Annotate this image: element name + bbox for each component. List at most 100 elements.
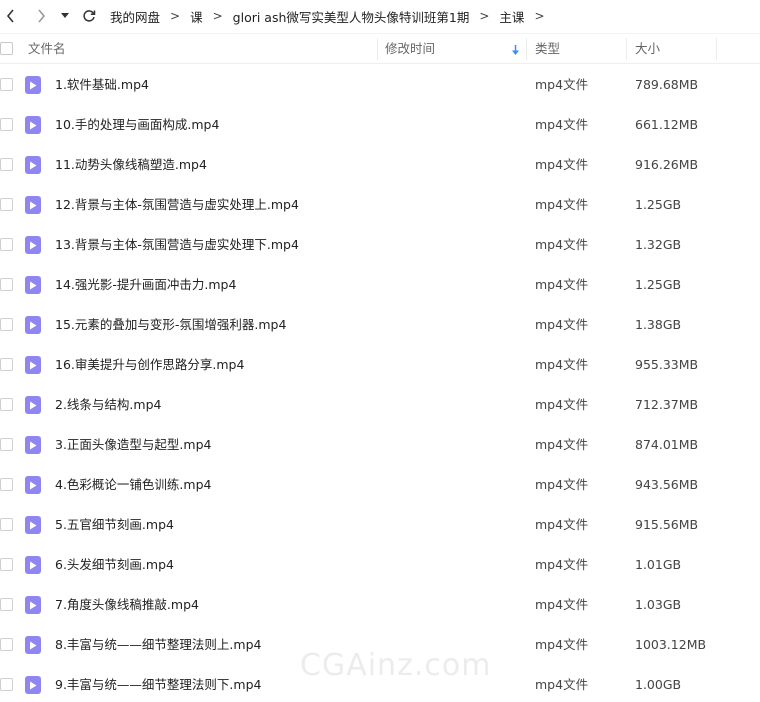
video-file-icon — [25, 156, 41, 174]
navigation-bar: 我的网盘 > 课 > glori ash微写实美型人物头像特训班第1期 > 主课… — [0, 0, 760, 32]
file-row[interactable]: 6.头发细节刻画.mp4 mp4文件 1.01GB — [0, 545, 760, 585]
row-checkbox[interactable] — [0, 558, 13, 571]
file-row[interactable]: 5.五官细节刻画.mp4 mp4文件 915.56MB — [0, 505, 760, 545]
row-checkbox[interactable] — [0, 478, 13, 491]
file-size: 915.56MB — [635, 517, 699, 532]
video-file-icon — [25, 316, 41, 334]
select-all-checkbox[interactable] — [0, 42, 13, 55]
video-file-icon — [25, 116, 41, 134]
video-file-icon — [25, 276, 41, 294]
row-checkbox[interactable] — [0, 598, 13, 611]
breadcrumb-item-main-course[interactable]: 主课 — [499, 7, 524, 26]
breadcrumb-item-my-drive[interactable]: 我的网盘 — [110, 7, 160, 26]
row-checkbox[interactable] — [0, 198, 13, 211]
file-type: mp4文件 — [535, 277, 589, 292]
breadcrumb-separator: > — [534, 9, 545, 23]
video-file-icon — [25, 636, 41, 654]
breadcrumb-item-class-folder[interactable]: glori ash微写实美型人物头像特训班第1期 — [233, 7, 470, 26]
file-size: 1.01GB — [635, 557, 682, 572]
file-name[interactable]: 5.五官细节刻画.mp4 — [55, 505, 174, 545]
file-row[interactable]: 12.背景与主体-氛围营造与虚实处理上.mp4 mp4文件 1.25GB — [0, 185, 760, 225]
file-row[interactable]: 14.强光影-提升画面冲击力.mp4 mp4文件 1.25GB — [0, 265, 760, 305]
file-size: 1.32GB — [635, 237, 682, 252]
row-checkbox[interactable] — [0, 358, 13, 371]
file-name[interactable]: 4.色彩概论一铺色训练.mp4 — [55, 465, 211, 505]
row-checkbox[interactable] — [0, 238, 13, 251]
file-type: mp4文件 — [535, 597, 589, 612]
video-file-icon — [25, 436, 41, 454]
file-row[interactable]: 3.正面头像造型与起型.mp4 mp4文件 874.01MB — [0, 425, 760, 465]
file-size: 789.68MB — [635, 77, 699, 92]
file-name[interactable]: 9.丰富与统——细节整理法则下.mp4 — [55, 665, 261, 702]
file-row[interactable]: 10.手的处理与画面构成.mp4 mp4文件 661.12MB — [0, 105, 760, 145]
file-name[interactable]: 10.手的处理与画面构成.mp4 — [55, 105, 219, 145]
file-list: 1.软件基础.mp4 mp4文件 789.68MB 10.手的处理与画面构成.mp4 m… — [0, 65, 760, 702]
row-checkbox[interactable] — [0, 678, 13, 691]
breadcrumb-item-course[interactable]: 课 — [190, 7, 203, 26]
file-name[interactable]: 11.动势头像线稿塑造.mp4 — [55, 145, 207, 185]
file-row[interactable]: 1.软件基础.mp4 mp4文件 789.68MB — [0, 65, 760, 105]
file-name[interactable]: 2.线条与结构.mp4 — [55, 385, 161, 425]
breadcrumb-separator: > — [479, 9, 490, 23]
file-name[interactable]: 13.背景与主体-氛围营造与虚实处理下.mp4 — [55, 225, 299, 265]
column-divider[interactable] — [526, 38, 527, 60]
file-row[interactable]: 2.线条与结构.mp4 mp4文件 712.37MB — [0, 385, 760, 425]
file-size: 1.25GB — [635, 277, 682, 292]
file-name[interactable]: 1.软件基础.mp4 — [55, 65, 149, 105]
file-name[interactable]: 6.头发细节刻画.mp4 — [55, 545, 174, 585]
file-type: mp4文件 — [535, 477, 589, 492]
file-size: 712.37MB — [635, 397, 699, 412]
file-name[interactable]: 7.角度头像线稿推敲.mp4 — [55, 585, 199, 625]
row-checkbox[interactable] — [0, 398, 13, 411]
file-name[interactable]: 12.背景与主体-氛围营造与虚实处理上.mp4 — [55, 185, 299, 225]
file-type: mp4文件 — [535, 197, 589, 212]
chevron-left-icon[interactable] — [0, 5, 22, 27]
file-type: mp4文件 — [535, 77, 589, 92]
file-name[interactable]: 8.丰富与统——细节整理法则上.mp4 — [55, 625, 261, 665]
breadcrumb: 我的网盘 > 课 > glori ash微写实美型人物头像特训班第1期 > 主课… — [110, 7, 555, 26]
file-type: mp4文件 — [535, 437, 589, 452]
file-type: mp4文件 — [535, 357, 589, 372]
video-file-icon — [25, 516, 41, 534]
row-checkbox[interactable] — [0, 318, 13, 331]
file-row[interactable]: 13.背景与主体-氛围营造与虚实处理下.mp4 mp4文件 1.32GB — [0, 225, 760, 265]
file-name[interactable]: 16.审美提升与创作思路分享.mp4 — [55, 345, 244, 385]
file-row[interactable]: 7.角度头像线稿推敲.mp4 mp4文件 1.03GB — [0, 585, 760, 625]
file-row[interactable]: 15.元素的叠加与变形-氛围增强利器.mp4 mp4文件 1.38GB — [0, 305, 760, 345]
row-checkbox[interactable] — [0, 518, 13, 531]
column-divider[interactable] — [716, 38, 717, 60]
column-divider[interactable] — [377, 38, 378, 60]
row-checkbox[interactable] — [0, 278, 13, 291]
breadcrumb-separator: > — [212, 9, 223, 23]
video-file-icon — [25, 556, 41, 574]
file-type: mp4文件 — [535, 677, 589, 692]
row-checkbox[interactable] — [0, 118, 13, 131]
file-row[interactable]: 9.丰富与统——细节整理法则下.mp4 mp4文件 1.00GB — [0, 665, 760, 702]
file-row[interactable]: 8.丰富与统——细节整理法则上.mp4 mp4文件 1003.12MB — [0, 625, 760, 665]
video-file-icon — [25, 596, 41, 614]
row-checkbox[interactable] — [0, 438, 13, 451]
row-checkbox[interactable] — [0, 78, 13, 91]
caret-down-icon[interactable] — [54, 5, 76, 27]
file-size: 1.25GB — [635, 197, 682, 212]
column-header-name[interactable]: 文件名 — [28, 34, 66, 64]
file-row[interactable]: 4.色彩概论一铺色训练.mp4 mp4文件 943.56MB — [0, 465, 760, 505]
video-file-icon — [25, 476, 41, 494]
sort-down-icon[interactable] — [511, 44, 520, 59]
row-checkbox[interactable] — [0, 638, 13, 651]
row-checkbox[interactable] — [0, 158, 13, 171]
file-size: 1.38GB — [635, 317, 682, 332]
column-divider[interactable] — [626, 38, 627, 60]
column-header-size[interactable]: 大小 — [635, 34, 660, 64]
file-list-header: 文件名 修改时间 类型 大小 — [0, 33, 760, 64]
file-row[interactable]: 11.动势头像线稿塑造.mp4 mp4文件 916.26MB — [0, 145, 760, 185]
file-name[interactable]: 14.强光影-提升画面冲击力.mp4 — [55, 265, 236, 305]
column-header-type[interactable]: 类型 — [535, 34, 560, 64]
file-name[interactable]: 15.元素的叠加与变形-氛围增强利器.mp4 — [55, 305, 286, 345]
refresh-icon[interactable] — [78, 5, 100, 27]
file-row[interactable]: 16.审美提升与创作思路分享.mp4 mp4文件 955.33MB — [0, 345, 760, 385]
file-name[interactable]: 3.正面头像造型与起型.mp4 — [55, 425, 211, 465]
chevron-right-icon[interactable] — [30, 5, 52, 27]
column-header-modified[interactable]: 修改时间 — [385, 34, 435, 64]
video-file-icon — [25, 396, 41, 414]
